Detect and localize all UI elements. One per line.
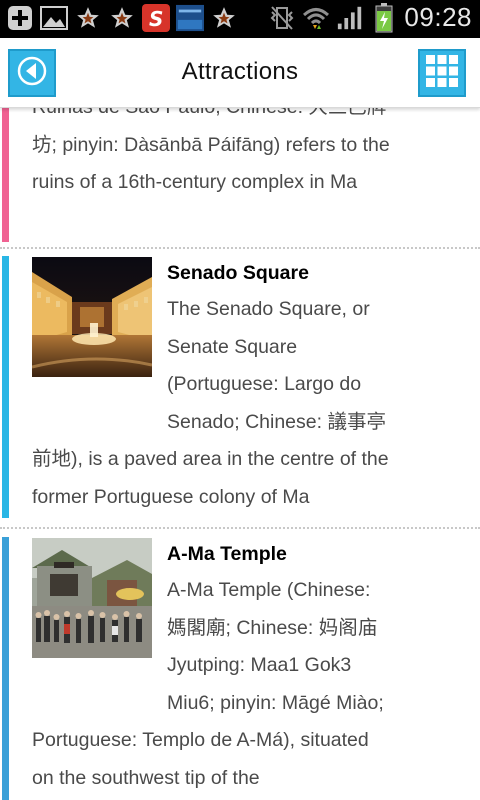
star-icon bbox=[74, 4, 102, 32]
item-title: Senado Square bbox=[167, 262, 309, 284]
vibrate-off-icon bbox=[268, 4, 296, 32]
system-icons: 09:28 bbox=[268, 2, 472, 33]
item-description: Ruinas de São Paulo, Chinese: 大三巴牌 坊; pi… bbox=[32, 108, 420, 202]
star-icon bbox=[210, 4, 238, 32]
status-bar: S 09:28 bbox=[0, 0, 480, 38]
list-divider bbox=[0, 247, 480, 249]
item-description: A-Ma Temple (Chinese: 媽閣廟; Chinese: 妈阁庙 … bbox=[32, 572, 395, 798]
page-title: Attractions bbox=[181, 58, 299, 85]
list-item-senado-square[interactable]: Senado Square The Senado Square, or Sena… bbox=[0, 256, 480, 518]
battery-charging-icon bbox=[370, 2, 398, 32]
image-text-wrap-spacer bbox=[32, 291, 167, 441]
status-clock: 09:28 bbox=[404, 2, 472, 32]
item-title: A-Ma Temple bbox=[167, 543, 287, 565]
add-icon bbox=[6, 4, 34, 32]
item-accent-bar bbox=[2, 537, 9, 800]
star-icon bbox=[108, 4, 136, 32]
news-app-icon bbox=[176, 4, 204, 32]
attractions-list[interactable]: Ruinas de São Paulo, Chinese: 大三巴牌 坊; pi… bbox=[0, 108, 480, 800]
wifi-icon bbox=[302, 4, 330, 32]
svg-text:S: S bbox=[149, 7, 163, 31]
item-description: The Senado Square, or Senate Square (Por… bbox=[32, 291, 395, 517]
item-description-first-line: Ruinas de São Paulo, Chinese: 大三巴牌 bbox=[32, 108, 420, 127]
list-item-ruins-of-st-paul[interactable]: Ruinas de São Paulo, Chinese: 大三巴牌 坊; pi… bbox=[0, 108, 480, 242]
image-text-wrap-spacer bbox=[32, 572, 167, 722]
item-description-rest: 坊; pinyin: Dàsānbā Páifāng) refers to th… bbox=[32, 133, 390, 194]
item-accent-bar bbox=[2, 108, 9, 242]
image-icon bbox=[40, 4, 68, 32]
app-bar: Attractions bbox=[0, 38, 480, 108]
notification-icons: S bbox=[6, 4, 238, 32]
s-app-icon: S bbox=[142, 4, 170, 32]
grid-view-button[interactable] bbox=[418, 49, 466, 97]
grid-icon bbox=[424, 53, 460, 94]
item-accent-bar bbox=[2, 256, 9, 518]
list-divider bbox=[0, 527, 480, 529]
signal-icon bbox=[336, 4, 364, 32]
list-item-a-ma-temple[interactable]: A-Ma Temple A-Ma Temple (Chinese: 媽閣廟; C… bbox=[0, 537, 480, 800]
